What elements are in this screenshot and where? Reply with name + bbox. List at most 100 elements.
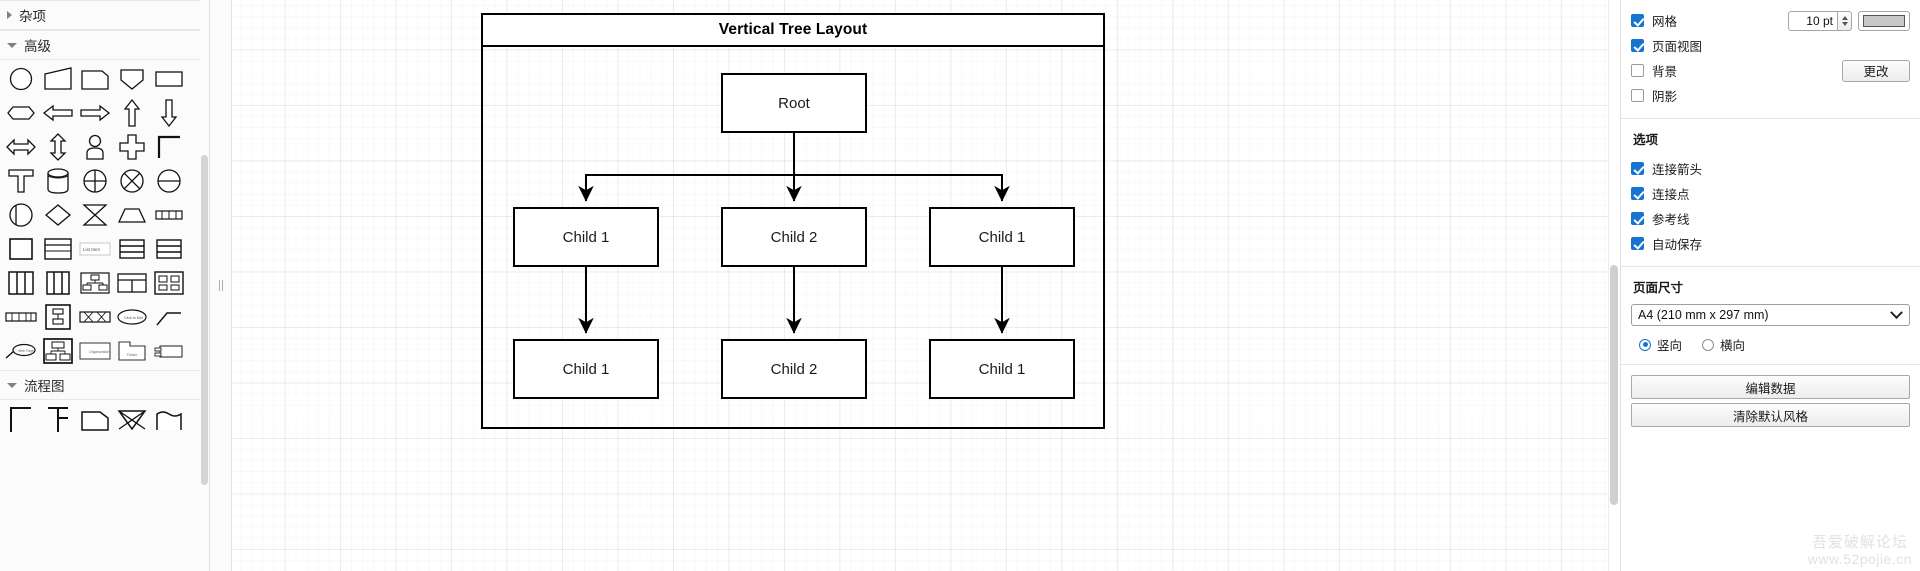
shape-bracket-l[interactable] bbox=[2, 402, 39, 436]
diagram-container[interactable]: Vertical Tree Layout Root Child 1 Child … bbox=[481, 13, 1105, 429]
shape-grid-box[interactable] bbox=[150, 266, 187, 300]
shape-columns-2[interactable] bbox=[39, 266, 76, 300]
grid-size-input[interactable]: 10 pt bbox=[1788, 10, 1838, 31]
background-change-button[interactable]: 更改 bbox=[1842, 59, 1910, 82]
shape-rounded-rect[interactable] bbox=[76, 62, 113, 96]
guides-label: 参考线 bbox=[1652, 213, 1690, 227]
diagram-node-grandchild-2[interactable]: Child 2 bbox=[721, 339, 867, 399]
shape-palette[interactable]: 杂项 高级 List Item Click to Edit Web Page O… bbox=[0, 0, 210, 571]
connection-points-checkbox[interactable] bbox=[1631, 187, 1644, 200]
shape-list-box[interactable] bbox=[39, 232, 76, 266]
canvas-scrollbar[interactable] bbox=[1608, 0, 1620, 571]
shape-rounded-rect-fc[interactable] bbox=[76, 402, 113, 436]
connection-arrows-checkbox[interactable] bbox=[1631, 162, 1644, 175]
panel-splitter[interactable] bbox=[210, 0, 232, 571]
chevron-right-icon bbox=[7, 11, 12, 19]
node-label: Root bbox=[778, 94, 810, 112]
shape-circle[interactable] bbox=[2, 62, 39, 96]
node-label: Child 1 bbox=[562, 228, 610, 246]
diagram-node-root[interactable]: Root bbox=[721, 73, 867, 133]
shape-pentagon-down[interactable] bbox=[113, 62, 150, 96]
canvas-scrollbar-thumb[interactable] bbox=[1610, 265, 1618, 505]
shape-cross[interactable] bbox=[113, 130, 150, 164]
shape-folder[interactable]: Folder bbox=[113, 334, 150, 368]
shape-curve[interactable] bbox=[150, 402, 187, 436]
stepper-down-icon[interactable] bbox=[1841, 21, 1848, 26]
palette-scrollbar-thumb[interactable] bbox=[201, 155, 208, 485]
shape-note-box[interactable]: Organization bbox=[76, 334, 113, 368]
diagram-node-grandchild-1[interactable]: Child 1 bbox=[513, 339, 659, 399]
shape-ellipse-label[interactable]: Click to Edit bbox=[113, 300, 150, 334]
action-button-stack: 编辑数据 清除默认风格 bbox=[1631, 375, 1910, 427]
stepper-up-icon[interactable] bbox=[1841, 15, 1848, 20]
palette-section-flowchart[interactable]: 流程图 bbox=[0, 370, 209, 400]
grid-color-button[interactable] bbox=[1858, 10, 1910, 31]
shape-arrow-left[interactable] bbox=[39, 96, 76, 130]
diagram-canvas[interactable]: Vertical Tree Layout Root Child 1 Child … bbox=[232, 0, 1620, 571]
shape-table-2col[interactable] bbox=[113, 232, 150, 266]
shape-circle-x[interactable] bbox=[113, 164, 150, 198]
background-checkbox[interactable] bbox=[1631, 64, 1644, 77]
shape-table-mixed[interactable] bbox=[113, 266, 150, 300]
shape-columns-3[interactable] bbox=[2, 266, 39, 300]
shape-arrow-left-right[interactable] bbox=[2, 130, 39, 164]
shape-trapezoid-wide[interactable] bbox=[113, 198, 150, 232]
shape-tee[interactable] bbox=[2, 164, 39, 198]
shape-bracket-t[interactable] bbox=[39, 402, 76, 436]
shape-trapezoid[interactable] bbox=[39, 62, 76, 96]
grid-size-stepper[interactable]: 10 pt bbox=[1788, 10, 1852, 31]
shape-cylinder[interactable] bbox=[39, 164, 76, 198]
shape-arrow-up[interactable] bbox=[113, 96, 150, 130]
shape-x-box[interactable] bbox=[113, 402, 150, 436]
diagram-node-grandchild-3[interactable]: Child 1 bbox=[929, 339, 1075, 399]
shadow-checkbox[interactable] bbox=[1631, 89, 1644, 102]
options-title: 选项 bbox=[1633, 133, 1659, 147]
node-label: Child 2 bbox=[770, 360, 818, 378]
format-panel: 网格 10 pt 页面视图 背景 更改 阴影 选项 连接箭头 连接点 参考线 自… bbox=[1620, 0, 1920, 571]
clear-default-style-button[interactable]: 清除默认风格 bbox=[1631, 403, 1910, 427]
shape-circle-vline[interactable] bbox=[2, 198, 39, 232]
page-size-select[interactable]: A4 (210 mm x 297 mm) bbox=[1631, 304, 1910, 326]
diagram-node-child-2[interactable]: Child 2 bbox=[721, 207, 867, 267]
diagram-node-child-3[interactable]: Child 1 bbox=[929, 207, 1075, 267]
orientation-landscape-radio[interactable] bbox=[1702, 338, 1715, 351]
shape-actor[interactable] bbox=[76, 130, 113, 164]
shape-module[interactable] bbox=[150, 334, 187, 368]
shape-square-plain[interactable] bbox=[2, 232, 39, 266]
shape-tape-data[interactable] bbox=[150, 198, 187, 232]
guides-checkbox[interactable] bbox=[1631, 212, 1644, 225]
shape-arrow-right[interactable] bbox=[76, 96, 113, 130]
diagram-node-child-1[interactable]: Child 1 bbox=[513, 207, 659, 267]
shape-arrow-up-down[interactable] bbox=[39, 130, 76, 164]
palette-section-label: 流程图 bbox=[24, 379, 65, 394]
shape-org-tree[interactable] bbox=[39, 334, 76, 368]
shape-arrow-down[interactable] bbox=[150, 96, 187, 130]
palette-section-misc[interactable]: 杂项 bbox=[0, 0, 209, 30]
shape-magnifier[interactable]: Web Page bbox=[2, 334, 39, 368]
connection-points-row: 连接点 bbox=[1631, 181, 1910, 206]
shape-tape-row[interactable] bbox=[2, 300, 39, 334]
grid-row: 网格 10 pt bbox=[1631, 8, 1910, 33]
grid-size-spinner[interactable] bbox=[1838, 10, 1852, 31]
autosave-checkbox[interactable] bbox=[1631, 237, 1644, 250]
shape-org-chart[interactable] bbox=[76, 266, 113, 300]
diagram-title-bar[interactable]: Vertical Tree Layout bbox=[483, 15, 1103, 47]
shape-line-slash[interactable] bbox=[150, 300, 187, 334]
shape-network[interactable] bbox=[76, 300, 113, 334]
shape-rect[interactable] bbox=[150, 62, 187, 96]
shape-hexagon-flat[interactable] bbox=[2, 96, 39, 130]
orientation-portrait-radio[interactable] bbox=[1639, 338, 1651, 351]
shape-list-panel[interactable] bbox=[39, 300, 76, 334]
palette-section-advanced[interactable]: 高级 bbox=[0, 30, 209, 60]
edit-data-button[interactable]: 编辑数据 bbox=[1631, 375, 1910, 399]
shape-corner-bracket[interactable] bbox=[150, 130, 187, 164]
shape-circle-cross-quad[interactable] bbox=[76, 164, 113, 198]
shape-diamond[interactable] bbox=[39, 198, 76, 232]
grid-checkbox[interactable] bbox=[1631, 14, 1644, 27]
page-view-checkbox[interactable] bbox=[1631, 39, 1644, 52]
shape-list-item[interactable]: List Item bbox=[76, 232, 113, 266]
shape-table-3row[interactable] bbox=[150, 232, 187, 266]
palette-scrollbar[interactable] bbox=[200, 0, 209, 571]
shape-half-circle[interactable] bbox=[150, 164, 187, 198]
shape-hourglass[interactable] bbox=[76, 198, 113, 232]
